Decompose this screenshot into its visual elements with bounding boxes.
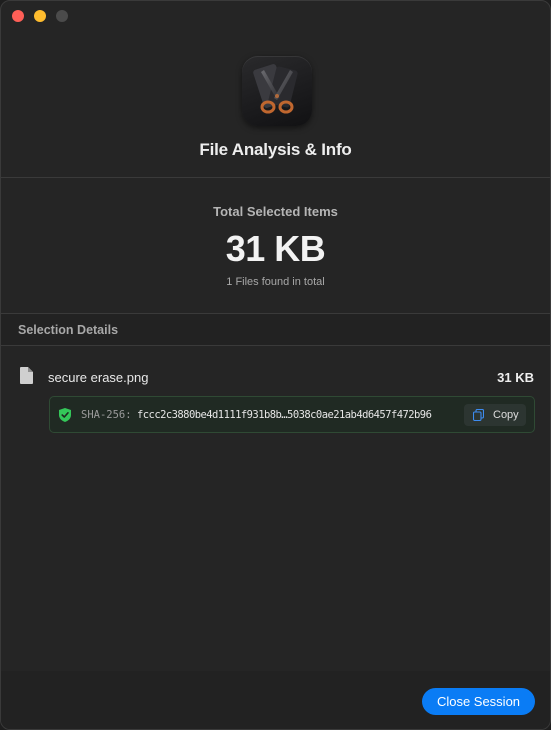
copy-hash-button[interactable]: Copy (464, 404, 526, 426)
file-row[interactable]: secure erase.png 31 KB (1, 361, 550, 393)
total-size: 31 KB (225, 228, 326, 269)
details-header-label: Selection Details (18, 323, 119, 337)
file-size: 31 KB (497, 370, 534, 385)
copy-label: Copy (493, 409, 519, 421)
hash-value: fccc2c3880be4d1111f931b8b…5038c0ae21ab4d… (137, 409, 432, 421)
window-title: File Analysis & Info (199, 140, 352, 159)
scissors-app-icon (242, 56, 312, 126)
window-header: File Analysis & Info (1, 1, 550, 178)
hash-box: SHA-256: fccc2c3880be4d1111f931b8b…5038c… (49, 396, 535, 433)
details-section-header: Selection Details (1, 314, 550, 346)
close-session-button[interactable]: Close Session (422, 688, 535, 715)
file-name: secure erase.png (48, 370, 149, 385)
shield-check-icon (59, 408, 71, 422)
summary-label: Total Selected Items (213, 204, 338, 219)
summary-section: Total Selected Items 31 KB 1 Files found… (1, 178, 550, 314)
file-analysis-window: File Analysis & Info Total Selected Item… (0, 0, 551, 730)
hash-label: SHA-256: (81, 409, 132, 421)
clipboard-icon (473, 409, 484, 421)
document-icon (20, 367, 33, 384)
file-count: 1 Files found in total (226, 276, 325, 288)
footer-bar: Close Session (1, 671, 550, 729)
scissors-icon (253, 64, 298, 114)
